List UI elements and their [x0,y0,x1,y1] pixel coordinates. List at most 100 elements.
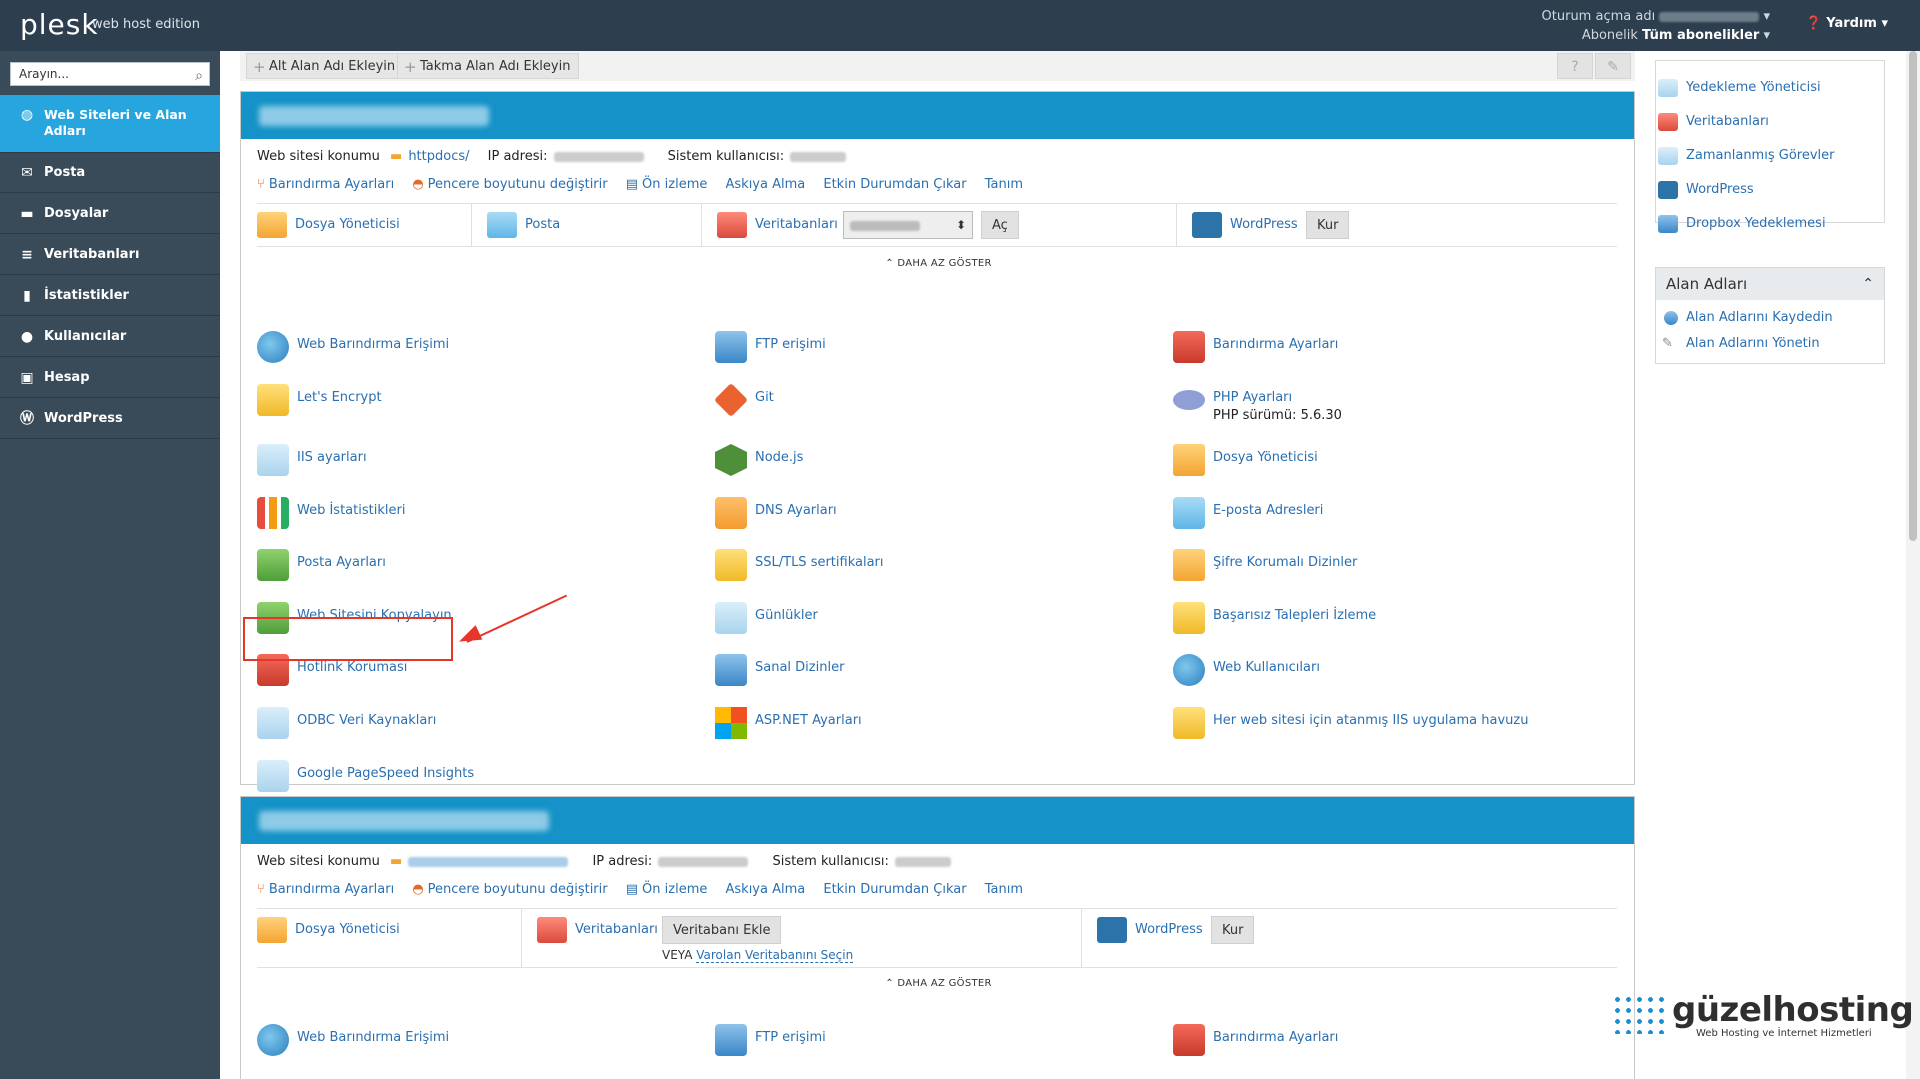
wordpress-link[interactable]: WordPress [1230,217,1298,232]
tool-app-pool[interactable]: Her web sitesi için atanmış IIS uygulama… [1173,705,1613,745]
quick-file-manager[interactable]: Dosya Yöneticisi [257,204,472,246]
chevron-down-icon[interactable]: ▾ [1763,9,1770,24]
tool-pagespeed[interactable]: Google PageSpeed Insights [257,758,697,798]
install-wordpress-button[interactable]: Kur [1306,211,1350,239]
deactivate-link[interactable]: Etkin Durumdan Çıkar [823,177,966,192]
tool-iis[interactable]: IIS ayarları [257,442,697,482]
site-location-link[interactable]: httpdocs/ [408,149,469,164]
add-database-button[interactable]: Veritabanı Ekle [662,916,782,944]
quick-file-manager[interactable]: Dosya Yöneticisi [257,909,522,967]
link-scheduled-tasks[interactable]: Zamanlanmış Görevler [1658,146,1834,166]
tool-hosting-settings[interactable]: Barındırma Ayarları [1173,329,1613,369]
hosting-settings-link[interactable]: Barındırma Ayarları [269,882,394,897]
sidebar-item-files[interactable]: ▬ Dosyalar [0,194,220,234]
resize-link[interactable]: Pencere boyutunu değiştirir [428,882,608,897]
tool-mail-settings[interactable]: Posta Ayarları [257,547,697,587]
show-less-toggle[interactable]: ⌃ DAHA AZ GÖSTER [241,258,1636,269]
link-dropbox-backup[interactable]: Dropbox Yedeklemesi [1658,214,1826,234]
tool-ftp[interactable]: FTP erişimi [715,329,1155,369]
preview-link[interactable]: Ön izleme [642,882,707,897]
tool-aspnet[interactable]: ASP.NET Ayarları [715,705,1155,745]
resize-link[interactable]: Pencere boyutunu değiştirir [428,177,608,192]
link-manage-domains[interactable]: ✎ Alan Adlarını Yönetin [1662,334,1820,354]
tool-label: ASP.NET Ayarları [755,713,862,728]
tool-protected-folder[interactable]: Şifre Korumalı Dizinler [1173,547,1613,587]
help-icon[interactable]: ? [1557,53,1593,79]
tool-mail[interactable]: E-posta Adresleri [1173,495,1613,535]
sidebar-item-websites[interactable]: ◍ Web Siteleri ve Alan Adları [0,95,220,153]
deactivate-link[interactable]: Etkin Durumdan Çıkar [823,882,966,897]
register-icon [1664,311,1678,325]
domain-name-blurred[interactable] [259,106,489,126]
tool-odbc[interactable]: ODBC Veri Kaynakları [257,705,697,745]
or-select-row: VEYA Varolan Veritabanını Seçin [662,948,854,963]
link-wordpress[interactable]: WordPress [1658,180,1754,200]
add-alias-button[interactable]: + Takma Alan Adı Ekleyin [397,53,580,79]
database-select[interactable]: ⬍ [843,211,973,239]
odbc-icon [257,707,289,739]
help-menu[interactable]: ❓ Yardım ▾ [1806,16,1889,31]
quick-mail[interactable]: Posta [487,204,702,246]
page-scrollbar[interactable] [1906,51,1920,1079]
link-backup-manager[interactable]: Yedekleme Yöneticisi [1658,78,1821,98]
tool-failed-requests[interactable]: Başarısız Talepleri İzleme [1173,600,1613,640]
tool-web-hosting-access[interactable]: Web Barındırma Erişimi [257,1022,697,1062]
search-icon[interactable]: ⌕ [195,65,203,87]
suspend-link[interactable]: Askıya Alma [726,177,806,192]
domain-name-blurred[interactable] [259,811,549,831]
tool-folder[interactable]: Dosya Yöneticisi [1173,442,1613,482]
calendar-icon [1658,147,1678,165]
sidebar-item-wordpress[interactable]: Ⓦ WordPress [0,399,220,439]
select-existing-db-link[interactable]: Varolan Veritabanını Seçin [696,948,854,963]
tool-logs[interactable]: Günlükler [715,600,1155,640]
quick-wordpress: WordPress Kur [1192,204,1492,246]
tool-label: FTP erişimi [755,337,826,352]
sidebar-item-databases[interactable]: ≡ Veritabanları [0,235,220,275]
tool-virtual-folder[interactable]: Sanal Dizinler [715,652,1155,692]
sidebar-item-statistics[interactable]: ▮ İstatistikler [0,276,220,316]
hosting-settings-link[interactable]: Barındırma Ayarları [269,177,394,192]
tool-certificate[interactable]: SSL/TLS sertifikaları [715,547,1155,587]
add-subdomain-button[interactable]: + Alt Alan Adı Ekleyin [246,53,405,79]
tool-letsencrypt[interactable]: Let's Encrypt [257,382,697,422]
install-wordpress-button[interactable]: Kur [1211,916,1255,944]
chevron-up-icon[interactable]: ⌃ [1862,268,1874,300]
sidebar-item-users[interactable]: ● Kullanıcılar [0,317,220,357]
tool-stats[interactable]: Web İstatistikleri [257,495,697,535]
domains-panel-header[interactable]: Alan Adları ⌃ [1656,268,1884,300]
sidebar-item-account[interactable]: ▣ Hesap [0,358,220,398]
description-link[interactable]: Tanım [985,177,1023,192]
sidebar-item-mail[interactable]: ✉ Posta [0,153,220,193]
tool-label: Her web sitesi için atanmış IIS uygulama… [1213,713,1529,728]
help-icon: ❓ [1805,16,1822,31]
tool-git[interactable]: Git [714,382,1155,422]
search-input[interactable]: Arayın... ⌕ [10,62,210,86]
tool-php[interactable]: PHP Ayarları PHP sürümü: 5.6.30 [1173,382,1613,423]
link-register-domains[interactable]: Alan Adlarını Kaydedin [1664,308,1833,328]
wrench-icon[interactable]: ✎ [1595,53,1631,79]
suspend-link[interactable]: Askıya Alma [726,882,806,897]
preview-link[interactable]: Ön izleme [642,177,707,192]
databases-link[interactable]: Veritabanları [575,922,658,937]
wordpress-link[interactable]: WordPress [1135,922,1203,937]
description-link[interactable]: Tanım [985,882,1023,897]
subscription-selector[interactable]: Tüm abonelikler [1642,28,1759,43]
link-databases[interactable]: Veritabanları [1658,112,1769,132]
open-database-button[interactable]: Aç [981,211,1019,239]
tool-hosting-settings[interactable]: Barındırma Ayarları [1173,1022,1613,1062]
hosting-settings-icon: ⑂ [257,177,265,192]
tool-label: PHP Ayarları [1213,390,1293,405]
chevron-down-icon[interactable]: ▾ [1763,28,1770,43]
plesk-logo[interactable]: plesk [20,8,99,41]
tool-ftp-access[interactable]: FTP erişimi [715,1022,1155,1062]
tool-nodejs[interactable]: Node.js [715,442,1155,482]
tool-globe[interactable]: Web Barındırma Erişimi [257,329,697,369]
databases-link[interactable]: Veritabanları [755,217,838,232]
tool-dns[interactable]: DNS Ayarları [715,495,1155,535]
pagespeed-icon [257,760,289,792]
scrollbar-thumb[interactable] [1909,51,1917,541]
brand-tagline: Web Hosting ve İnternet Hizmetleri [1696,1028,1872,1039]
site-location-blurred[interactable] [408,856,569,867]
tool-web-users[interactable]: Web Kullanıcıları [1173,652,1613,692]
show-less-toggle[interactable]: ⌃ DAHA AZ GÖSTER [241,978,1636,989]
